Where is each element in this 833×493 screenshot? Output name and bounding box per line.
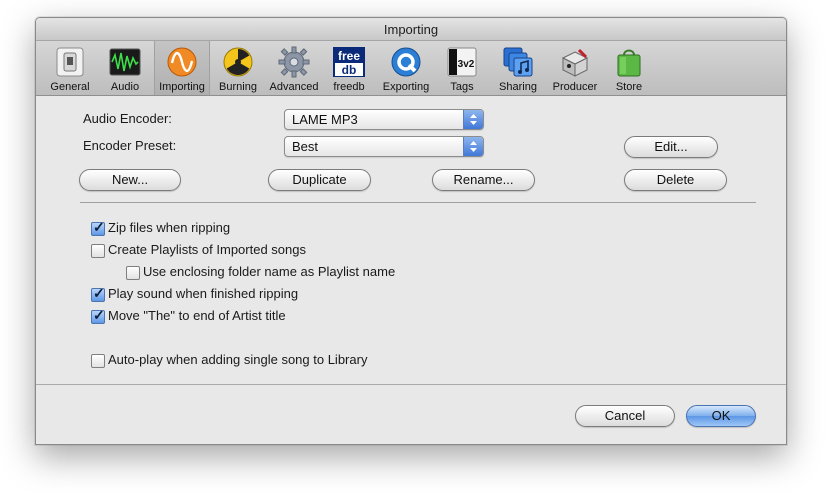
new-button[interactable]: New... bbox=[79, 169, 181, 191]
ok-button[interactable]: OK bbox=[686, 405, 756, 427]
toolbar-item-producer[interactable]: Producer bbox=[546, 41, 604, 95]
svg-text:free: free bbox=[338, 49, 360, 63]
window-title: Importing bbox=[383, 22, 439, 37]
popup-arrows-icon bbox=[463, 137, 483, 156]
toolbar-item-exporting[interactable]: Exporting bbox=[374, 41, 438, 95]
move-the-checkbox[interactable]: ✓ bbox=[91, 307, 105, 324]
toolbar-label: General bbox=[50, 81, 90, 93]
enclosing-folder-checkbox[interactable] bbox=[126, 266, 140, 280]
audio-encoder-popup[interactable]: LAME MP3 bbox=[284, 109, 484, 130]
toolbar-label: Exporting bbox=[382, 81, 430, 93]
exporting-quicktime-icon bbox=[391, 47, 421, 77]
checkmark-icon: ✓ bbox=[93, 219, 105, 235]
duplicate-button[interactable]: Duplicate bbox=[268, 169, 371, 191]
toolbar-item-general[interactable]: General bbox=[46, 41, 94, 95]
store-bag-icon bbox=[617, 49, 641, 77]
toolbar-label: freedb bbox=[333, 81, 365, 93]
toolbar-item-burning[interactable]: Burning bbox=[214, 41, 262, 95]
rename-button[interactable]: Rename... bbox=[432, 169, 535, 191]
toolbar-item-advanced[interactable]: Advanced bbox=[265, 41, 323, 95]
toolbar-label: Sharing bbox=[499, 81, 537, 93]
preferences-window: Importing General Audio Importing Burnin… bbox=[35, 17, 787, 445]
toolbar-label: Store bbox=[615, 81, 643, 93]
importing-sine-icon bbox=[167, 47, 197, 77]
toolbar-item-tags[interactable]: 3v2 Tags bbox=[440, 41, 484, 95]
toolbar-label: Importing bbox=[159, 81, 205, 93]
toolbar-label: Advanced bbox=[269, 81, 319, 93]
audio-encoder-label: Audio Encoder: bbox=[83, 111, 172, 126]
encoder-preset-value: Best bbox=[292, 139, 319, 154]
create-playlists-checkbox[interactable] bbox=[91, 244, 105, 258]
play-sound-label: Play sound when finished ripping bbox=[108, 286, 299, 301]
encoder-preset-popup[interactable]: Best bbox=[284, 136, 484, 157]
toolbar-item-freedb[interactable]: free db freedb bbox=[327, 41, 371, 95]
popup-arrows-icon bbox=[463, 110, 483, 129]
encoder-preset-label: Encoder Preset: bbox=[83, 138, 177, 153]
advanced-gear-icon bbox=[278, 46, 310, 78]
checkmark-icon: ✓ bbox=[93, 307, 105, 323]
burning-radiation-icon bbox=[223, 47, 253, 77]
checkmark-icon: ✓ bbox=[93, 285, 105, 301]
footer-divider bbox=[36, 384, 786, 385]
delete-button[interactable]: Delete bbox=[624, 169, 727, 191]
section-divider bbox=[80, 202, 756, 203]
title-bar: Importing bbox=[36, 18, 786, 41]
svg-text:db: db bbox=[342, 63, 357, 77]
audio-encoder-value: LAME MP3 bbox=[292, 112, 358, 127]
toolbar-label: Producer bbox=[552, 81, 598, 93]
tags-id3v2-icon: 3v2 bbox=[447, 47, 477, 77]
freedb-logo-icon: free db bbox=[333, 47, 365, 77]
sharing-music-icon bbox=[503, 47, 533, 77]
toolbar-item-audio[interactable]: Audio bbox=[98, 41, 152, 95]
toolbar-label: Burning bbox=[219, 81, 257, 93]
preferences-toolbar: General Audio Importing Burning Advanced… bbox=[36, 41, 786, 96]
enclosing-folder-label: Use enclosing folder name as Playlist na… bbox=[143, 264, 396, 279]
zip-files-label: Zip files when ripping bbox=[108, 220, 231, 235]
cancel-button[interactable]: Cancel bbox=[575, 405, 675, 427]
toolbar-item-importing[interactable]: Importing bbox=[154, 41, 210, 95]
move-the-label: Move "The" to end of Artist title bbox=[108, 308, 286, 323]
producer-box-icon bbox=[561, 48, 589, 77]
toolbar-item-store[interactable]: Store bbox=[608, 41, 650, 95]
autoplay-checkbox[interactable] bbox=[91, 354, 105, 368]
toolbar-label: Tags bbox=[450, 81, 474, 93]
create-playlists-label: Create Playlists of Imported songs bbox=[108, 242, 306, 257]
audio-waveform-icon bbox=[109, 48, 141, 76]
importing-pane: Audio Encoder: LAME MP3 Encoder Preset: … bbox=[36, 96, 786, 444]
zip-files-checkbox[interactable]: ✓ bbox=[91, 219, 105, 236]
general-switch-icon bbox=[56, 47, 84, 77]
toolbar-label: Audio bbox=[110, 81, 140, 93]
svg-text:3v2: 3v2 bbox=[458, 59, 475, 70]
autoplay-label: Auto-play when adding single song to Lib… bbox=[108, 352, 368, 367]
play-sound-checkbox[interactable]: ✓ bbox=[91, 285, 105, 302]
edit-button[interactable]: Edit... bbox=[624, 136, 718, 158]
toolbar-item-sharing[interactable]: Sharing bbox=[494, 41, 542, 95]
